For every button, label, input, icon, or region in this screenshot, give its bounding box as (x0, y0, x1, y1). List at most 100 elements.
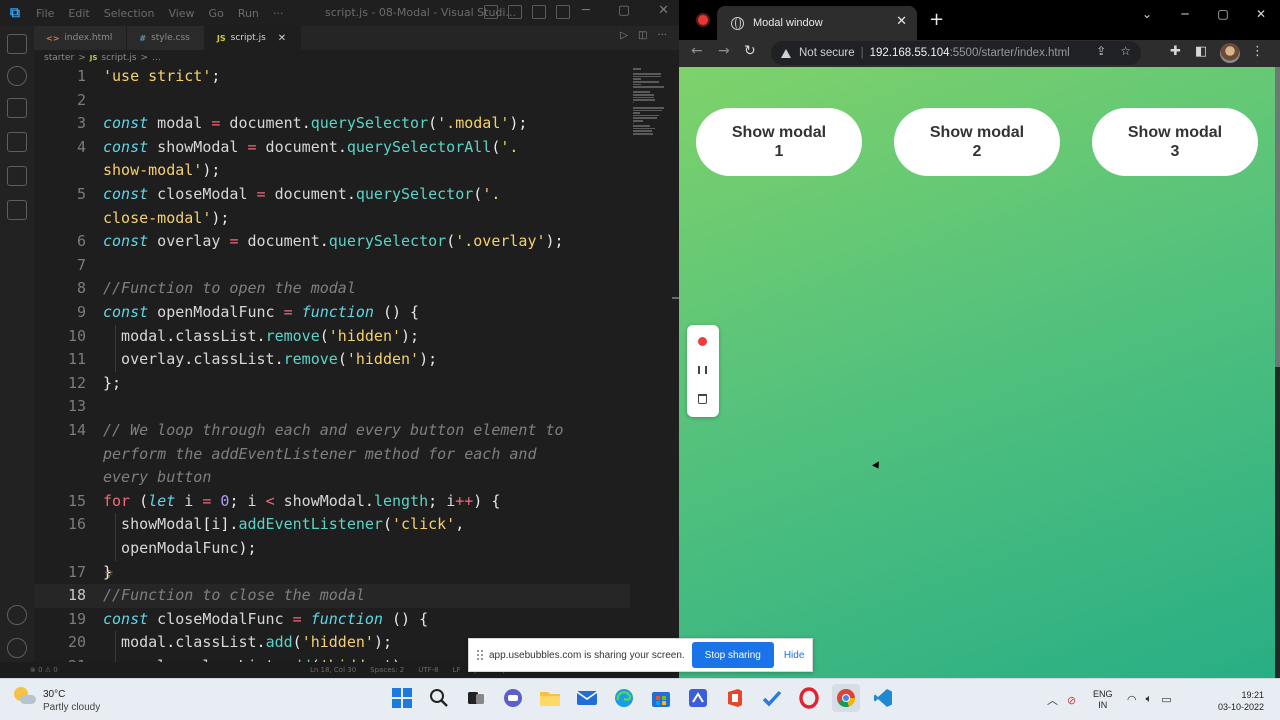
account-icon[interactable] (7, 605, 27, 625)
code-line[interactable]: 19 const closeModalFunc = function () { (34, 608, 630, 632)
tab-index-html[interactable]: <> index.html (34, 26, 128, 50)
code-line[interactable]: 16 showModal[i].addEventListener('click'… (34, 513, 630, 537)
record-dot-icon[interactable] (698, 337, 707, 346)
code-line[interactable]: 10 modal.classList.remove('hidden'); (34, 324, 630, 349)
partly-cloudy-icon[interactable] (14, 687, 36, 709)
page-scrollbar-thumb[interactable] (1275, 67, 1280, 367)
source-control-icon[interactable] (7, 98, 27, 118)
browser-tab[interactable]: Modal window ✕ (717, 6, 917, 40)
weather-condition[interactable]: Partly cloudy (43, 702, 100, 713)
drag-handle-icon[interactable] (477, 650, 483, 660)
code-line[interactable]: show-modal'); (34, 159, 630, 183)
minimap[interactable] (630, 65, 672, 665)
toggle-panel-icon[interactable] (508, 5, 522, 19)
not-secure-label[interactable]: Not secure (799, 47, 855, 59)
close-tab-icon[interactable]: ✕ (278, 33, 286, 44)
pause-icon[interactable] (698, 366, 707, 374)
battery-icon[interactable]: ▭ (1161, 693, 1171, 706)
show-modal-2-button[interactable]: Show modal 2 (894, 108, 1060, 176)
tab-search-chevron-icon[interactable]: ⌄ (1128, 0, 1166, 28)
extensions-icon[interactable] (7, 166, 27, 186)
weather-temperature[interactable]: 30°C (43, 689, 65, 700)
code-line[interactable]: openModalFunc); (34, 537, 630, 561)
vscode-minimize-icon[interactable]: ─ (582, 3, 590, 18)
menu-view[interactable]: View (168, 7, 194, 20)
input-language[interactable]: ENG IN (1093, 689, 1113, 711)
settings-gear-icon[interactable] (7, 638, 27, 658)
vscode-maximize-icon[interactable]: ▢ (618, 3, 630, 18)
explorer-icon[interactable] (7, 34, 27, 54)
mail-icon[interactable] (573, 684, 601, 712)
toggle-secondary-sidebar-icon[interactable] (532, 5, 546, 19)
run-debug-icon[interactable] (7, 132, 27, 152)
code-line[interactable]: 4 const showModal = document.querySelecto… (34, 136, 630, 160)
opera-browser-icon[interactable] (795, 684, 823, 712)
show-hidden-icons-chevron-icon[interactable]: ︿ (1047, 692, 1058, 708)
show-modal-3-button[interactable]: Show modal 3 (1092, 108, 1258, 176)
menu-more[interactable]: ··· (273, 7, 284, 20)
encoding[interactable]: UTF-8 (418, 666, 438, 674)
code-editor[interactable]: 1'use strict'; 2 3 const modal = document.q… (34, 65, 630, 665)
problems-count[interactable]: ⊗ 0 ⚠ 0 (30, 666, 58, 674)
edge-browser-icon[interactable] (610, 684, 638, 712)
code-line[interactable]: 5 const closeModal = document.querySelect… (34, 183, 630, 207)
profile-avatar[interactable] (1220, 43, 1240, 63)
wifi-icon[interactable]: ◠ (1127, 693, 1137, 706)
chrome-maximize-icon[interactable]: ▢ (1204, 0, 1242, 28)
remote-explorer-icon[interactable] (7, 200, 27, 220)
office-icon[interactable] (721, 684, 749, 712)
tab-script-js[interactable]: JS script.js ✕ (204, 26, 302, 50)
task-view-icon[interactable] (462, 684, 490, 712)
menu-edit[interactable]: Edit (68, 7, 89, 20)
search-icon[interactable] (7, 66, 27, 86)
hide-button[interactable]: Hide (784, 650, 805, 661)
whiteboard-icon[interactable] (684, 684, 712, 712)
todo-check-icon[interactable] (758, 684, 786, 712)
store-icon[interactable] (647, 684, 675, 712)
code-line[interactable]: every button (34, 466, 630, 490)
start-windows-icon[interactable] (388, 684, 416, 712)
new-tab-plus-icon[interactable]: + (929, 9, 944, 30)
file-explorer-icon[interactable] (536, 684, 564, 712)
menu-go[interactable]: Go (209, 7, 224, 20)
code-line[interactable]: 7 (34, 254, 630, 278)
bookmark-star-icon[interactable]: ☆ (1120, 44, 1131, 58)
show-modal-1-button[interactable]: Show modal 1 (696, 108, 862, 176)
code-line[interactable]: 14 // We loop through each and every butt… (34, 419, 630, 443)
back-arrow-icon[interactable]: ← (691, 43, 703, 59)
code-line[interactable]: 13 (34, 395, 630, 419)
menu-run[interactable]: Run (238, 7, 259, 20)
volume-icon[interactable]: 🔈︎ (1146, 692, 1153, 706)
stop-sharing-button[interactable]: Stop sharing (691, 642, 774, 668)
breadcrumb-folder[interactable]: starter (44, 53, 74, 63)
forward-arrow-icon[interactable]: → (718, 43, 730, 59)
line-ending[interactable]: LF (453, 666, 461, 674)
code-line[interactable]: close-modal'); (34, 207, 630, 231)
network-status-icon[interactable]: ⊘ (1067, 694, 1076, 707)
editor-scrollbar[interactable] (672, 65, 679, 665)
code-line[interactable]: 3 const modal = document.querySelector('.… (34, 112, 630, 136)
teams-chat-icon[interactable] (499, 684, 527, 712)
close-tab-icon[interactable]: ✕ (896, 14, 907, 29)
breadcrumb-symbol[interactable]: ... (152, 53, 161, 63)
clock[interactable]: 19:21 03-10-2022 (1210, 689, 1264, 713)
tab-style-css[interactable]: # style.css (127, 26, 205, 50)
search-icon[interactable] (425, 684, 453, 712)
code-line[interactable]: 17 💡︎} (34, 561, 630, 585)
code-line[interactable]: perform the addEventListener method for … (34, 443, 630, 467)
code-line[interactable]: 1 'use strict'; (34, 65, 630, 89)
breadcrumb-file[interactable]: script.js (101, 53, 136, 63)
vscode-app-icon[interactable] (869, 684, 897, 712)
cursor-position[interactable]: Ln 18, Col 30 (310, 666, 356, 674)
indentation[interactable]: Spaces: 2 (370, 666, 404, 674)
code-line[interactable]: 12}; (34, 372, 630, 396)
address-bar[interactable]: Not secure | 192.168.55.104 :5500/starte… (771, 41, 1141, 65)
extensions-puzzle-icon[interactable]: ✚ (1170, 44, 1181, 59)
code-line[interactable]: 15 for (let i = 0; i < showModal.length; … (34, 490, 630, 514)
code-line[interactable]: 18 //Function to close the modal (34, 584, 630, 608)
chrome-minimize-icon[interactable]: ─ (1166, 0, 1204, 28)
share-icon[interactable]: ⇪ (1096, 44, 1106, 58)
chrome-menu-icon[interactable]: ⋮ (1251, 44, 1264, 59)
code-line[interactable]: 11 overlay.classList.remove('hidden'); (34, 348, 630, 372)
reload-icon[interactable]: ↻ (744, 43, 756, 59)
